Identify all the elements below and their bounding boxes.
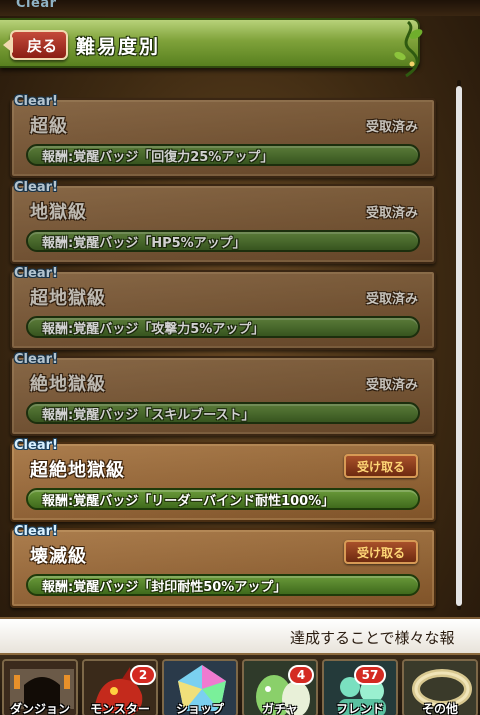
received-status: 受取済み <box>365 378 418 393</box>
tab-gacha[interactable]: 4 ガチャ <box>242 659 318 715</box>
tab-other[interactable]: その他 <box>402 659 478 715</box>
difficulty-list[interactable]: Clear! 超級 受取済み 報酬:覚醒バッジ「回復力25%アップ」 Clear… <box>10 78 436 613</box>
list-scrollbar[interactable] <box>451 80 467 610</box>
reward-bar: 報酬:覚醒バッジ「攻撃力5%アップ」 <box>26 316 420 338</box>
list-item-4[interactable]: Clear! 超絶地獄級 受け取る 報酬:覚醒バッジ「リーダーバインド耐性100… <box>10 438 436 522</box>
tab-shop[interactable]: ショップ <box>162 659 238 715</box>
partial-clear-label: Clear <box>16 0 57 11</box>
received-status: 受取済み <box>365 206 418 221</box>
tab-badge: 2 <box>130 665 156 685</box>
tab-badge: 57 <box>354 665 386 685</box>
reward-text: 報酬:覚醒バッジ「攻撃力5%アップ」 <box>42 321 265 337</box>
tab-label: ガチャ <box>262 702 298 715</box>
vine-decoration-icon <box>394 20 423 78</box>
page-title: 難易度別 <box>76 36 161 58</box>
tab-monster[interactable]: 2 モンスター <box>82 659 158 715</box>
reward-text: 報酬:覚醒バッジ「HP5%アップ」 <box>42 235 246 251</box>
tab-label: ショップ <box>175 702 224 715</box>
scrollbar-thumb[interactable] <box>456 86 462 606</box>
received-status: 受取済み <box>365 292 418 307</box>
tab-label: その他 <box>421 702 458 715</box>
news-ticker: 達成することで様々な報 <box>0 617 480 653</box>
reward-bar: 報酬:覚醒バッジ「HP5%アップ」 <box>26 230 420 252</box>
difficulty-title: 超級 <box>30 116 68 137</box>
ticker-text: 達成することで様々な報 <box>290 629 455 647</box>
difficulty-title: 壊滅級 <box>30 546 87 567</box>
reward-text: 報酬:覚醒バッジ「リーダーバインド耐性100%」 <box>42 493 335 509</box>
list-item-1[interactable]: Clear! 地獄級 受取済み 報酬:覚醒バッジ「HP5%アップ」 <box>10 180 436 264</box>
top-strip: Clear <box>0 0 480 16</box>
achievement-screen: Clear 戻る 難易度別 Clear! 超級 受取済み 報酬:覚醒バッジ「回復… <box>0 0 480 715</box>
list-item-5[interactable]: Clear! 壊滅級 受け取る 報酬:覚醒バッジ「封印耐性50%アップ」 <box>10 524 436 608</box>
reward-bar: 報酬:覚醒バッジ「リーダーバインド耐性100%」 <box>26 488 420 510</box>
back-button[interactable]: 戻る <box>3 30 68 60</box>
reward-text: 報酬:覚醒バッジ「回復力25%アップ」 <box>42 149 274 165</box>
list-item-0[interactable]: Clear! 超級 受取済み 報酬:覚醒バッジ「回復力25%アップ」 <box>10 94 436 178</box>
clear-label: Clear! <box>14 438 58 453</box>
bottom-tab-bar: ダンジョン 2 モンスター ショップ 4 ガチャ 57 フレンド その他 <box>0 653 480 715</box>
header-bar: 戻る 難易度別 <box>0 18 423 78</box>
tab-friend[interactable]: 57 フレンド <box>322 659 398 715</box>
list-item-3[interactable]: Clear! 絶地獄級 受取済み 報酬:覚醒バッジ「スキルブースト」 <box>10 352 436 436</box>
difficulty-title: 超絶地獄級 <box>30 460 125 481</box>
reward-text: 報酬:覚醒バッジ「スキルブースト」 <box>42 407 255 423</box>
reward-bar: 報酬:覚醒バッジ「封印耐性50%アップ」 <box>26 574 420 596</box>
clear-label: Clear! <box>14 352 58 367</box>
difficulty-title: 地獄級 <box>30 202 87 223</box>
tab-label: フレンド <box>335 702 384 715</box>
reward-bar: 報酬:覚醒バッジ「回復力25%アップ」 <box>26 144 420 166</box>
tab-label: ダンジョン <box>9 702 70 715</box>
clear-label: Clear! <box>14 94 58 109</box>
difficulty-title: 超地獄級 <box>30 288 106 309</box>
list-item-2[interactable]: Clear! 超地獄級 受取済み 報酬:覚醒バッジ「攻撃力5%アップ」 <box>10 266 436 350</box>
reward-text: 報酬:覚醒バッジ「封印耐性50%アップ」 <box>42 579 287 595</box>
claim-button[interactable]: 受け取る <box>344 540 418 564</box>
tab-label: モンスター <box>90 702 150 715</box>
claim-button[interactable]: 受け取る <box>344 454 418 478</box>
received-status: 受取済み <box>365 120 418 135</box>
reward-bar: 報酬:覚醒バッジ「スキルブースト」 <box>26 402 420 424</box>
clear-label: Clear! <box>14 266 58 281</box>
tab-dungeon[interactable]: ダンジョン <box>2 659 78 715</box>
clear-label: Clear! <box>14 180 58 195</box>
clear-label: Clear! <box>14 524 58 539</box>
difficulty-title: 絶地獄級 <box>30 374 106 395</box>
tab-badge: 4 <box>288 665 314 685</box>
